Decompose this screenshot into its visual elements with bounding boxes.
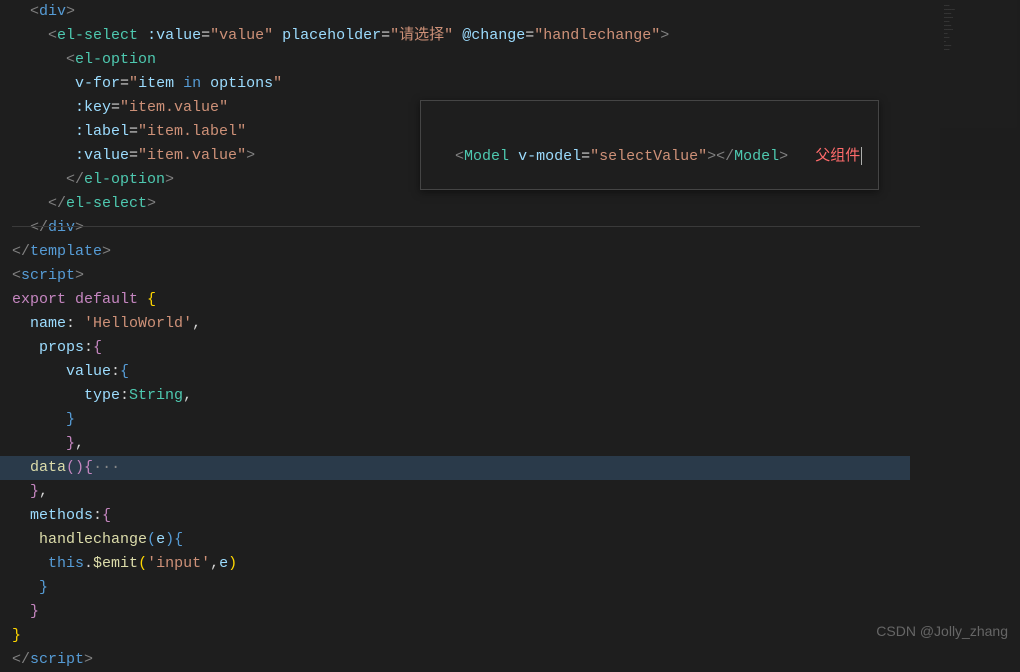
highlighted-line[interactable]: data(){··· [0,456,910,480]
hover-tooltip: <Model v-model="selectValue"></Model> 父组… [420,100,879,190]
fold-marker[interactable]: ··· [93,459,120,476]
ruler [12,226,920,227]
watermark: CSDN @Jolly_zhang [876,620,1008,642]
cursor-icon [861,147,862,165]
minimap[interactable]: ▬▬▬▬▬▬▬▬▬▬▬▬▬▬▬▬▬▬▬▬▬▬▬▬▬▬▬▬▬▬▬▬▬▬▬▬▬▬▬▬… [940,0,1020,200]
minimap-content: ▬▬▬▬▬▬▬▬▬▬▬▬▬▬▬▬▬▬▬▬▬▬▬▬▬▬▬▬▬▬▬▬▬▬▬▬▬▬▬▬… [940,0,1020,56]
